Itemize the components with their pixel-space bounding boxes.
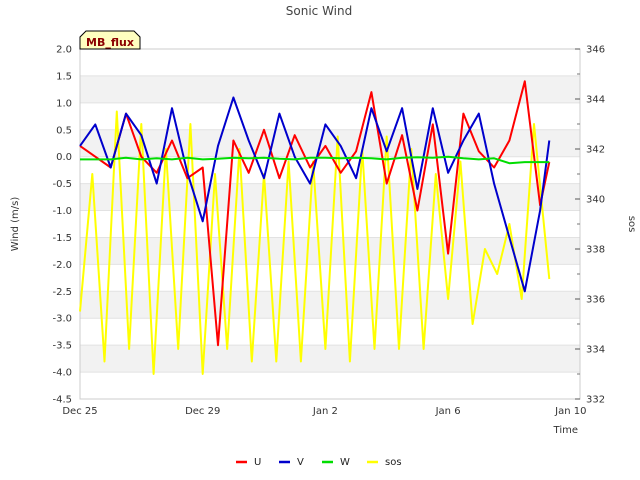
right-tick-label: 338: [586, 245, 605, 256]
grid-band: [80, 183, 580, 211]
legend-item-w: W: [322, 457, 350, 468]
grid-band: [80, 291, 580, 319]
legend-label: W: [340, 457, 350, 468]
grid-band: [80, 372, 580, 399]
legend: U V Wsos: [236, 457, 402, 468]
right-axis-title: sos: [626, 216, 637, 233]
right-tick-label: 346: [586, 45, 605, 56]
left-tick-label: 1.5: [56, 71, 72, 82]
left-tick-label: 0.5: [56, 125, 72, 136]
legend-label: sos: [385, 457, 402, 468]
chart-title: Sonic Wind: [286, 4, 352, 18]
left-tick-label: -4.0: [52, 368, 72, 379]
left-tick-label: -0.5: [52, 179, 72, 190]
x-axis-ticks: Dec 25 Dec 29 Jan 2 Jan 6 Jan 10: [62, 406, 586, 417]
legend-label: U: [254, 457, 261, 468]
right-tick-label: 342: [586, 145, 605, 156]
left-axis-title: Wind (m/s): [10, 197, 21, 252]
legend-item-v: V: [279, 457, 304, 468]
legend-item-u: U: [236, 457, 261, 468]
right-tick-label: 340: [586, 195, 605, 206]
right-tick-label: 334: [586, 345, 605, 356]
left-tick-label: -3.0: [52, 314, 72, 325]
left-tick-label: 2.0: [56, 45, 72, 56]
left-tick-label: -1.0: [52, 206, 72, 217]
x-tick-label: Dec 25: [62, 406, 97, 417]
grid-band: [80, 102, 580, 130]
grid-band: [80, 49, 580, 76]
grid-band: [80, 75, 580, 103]
x-axis-title: Time: [553, 425, 578, 436]
left-tick-label: -4.5: [52, 395, 72, 406]
right-tick-label: 344: [586, 95, 605, 106]
x-tick-label: Jan 2: [312, 406, 338, 417]
badge-label: MB_flux: [86, 36, 134, 49]
left-tick-label: -2.0: [52, 260, 72, 271]
legend-item-sos: sos: [367, 457, 402, 468]
left-tick-label: 1.0: [56, 98, 72, 109]
left-tick-label: -2.5: [52, 287, 72, 298]
left-axis-ticks: 2.0 1.5 1.0 0.5 0.0 -0.5 -1.0 -1.5 -2.0 -2.5 -3.0 -…: [52, 45, 72, 406]
left-tick-label: -3.5: [52, 341, 72, 352]
legend-label: V: [297, 457, 304, 468]
x-tick-label: Jan 10: [554, 406, 586, 417]
right-tick-label: 336: [586, 295, 605, 306]
badge: MB_flux: [79, 30, 141, 50]
right-tick-label: 332: [586, 395, 605, 406]
left-tick-label: 0.0: [56, 152, 72, 163]
x-tick-label: Jan 6: [435, 406, 461, 417]
x-tick-label: Dec 29: [185, 406, 220, 417]
left-tick-label: -1.5: [52, 233, 72, 244]
chart: 2.0 1.5 1.0 0.5 0.0 -0.5 -1.0 -1.5 -2.0 -2.5 -3.0 -…: [10, 4, 637, 468]
